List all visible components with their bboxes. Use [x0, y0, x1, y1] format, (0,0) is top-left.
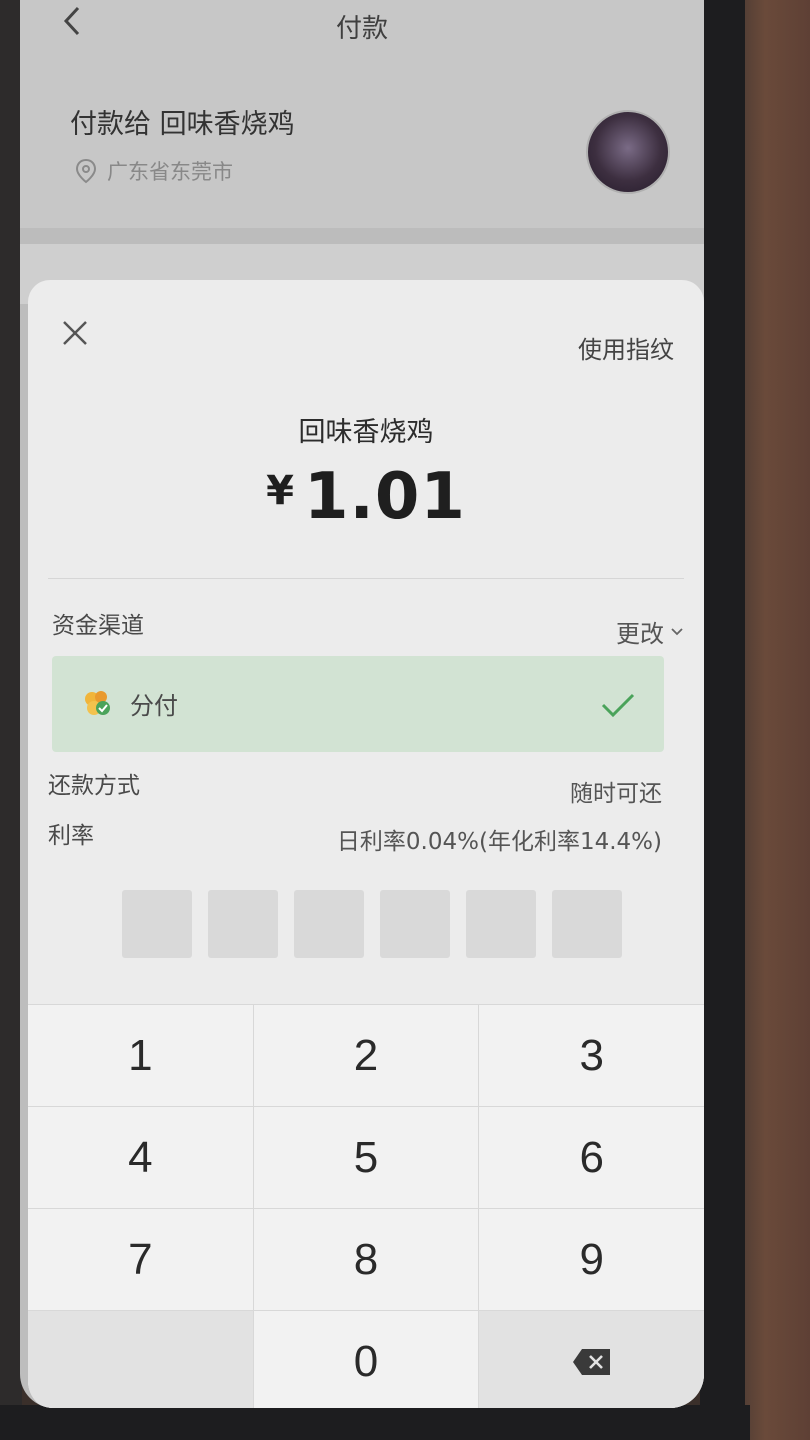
- key-9[interactable]: 9: [479, 1209, 704, 1310]
- backdrop-left: [0, 0, 22, 1440]
- key-2[interactable]: 2: [254, 1005, 480, 1106]
- page-title: 付款: [335, 14, 388, 44]
- currency-symbol: ¥: [266, 468, 294, 514]
- pin-digit-box: [294, 890, 364, 958]
- fenfu-logo-icon: [85, 691, 110, 715]
- amount-value: 1.01: [303, 460, 466, 534]
- pin-digit-box: [122, 890, 192, 958]
- change-label: 更改: [616, 620, 664, 648]
- funding-channel-label: 资金渠道: [52, 613, 144, 639]
- pin-digit-box: [208, 890, 278, 958]
- close-icon[interactable]: [60, 318, 90, 348]
- location-text: 广东省东莞市: [107, 160, 233, 184]
- pin-input[interactable]: [122, 890, 622, 958]
- key-4[interactable]: 4: [28, 1107, 254, 1208]
- backspace-key[interactable]: [479, 1311, 704, 1408]
- key-6[interactable]: 6: [479, 1107, 704, 1208]
- chevron-down-icon: [671, 627, 683, 635]
- backdrop-right: [735, 0, 810, 1440]
- location-row: 广东省东莞市: [75, 156, 233, 186]
- merchant-avatar: [586, 110, 670, 194]
- divider: [48, 578, 684, 579]
- phone-bezel: [700, 0, 745, 1440]
- key-blank: [28, 1311, 254, 1408]
- change-channel-button[interactable]: 更改: [616, 614, 684, 649]
- key-5[interactable]: 5: [254, 1107, 480, 1208]
- interest-rate-value: 日利率0.04%(年化利率14.4%): [336, 829, 662, 855]
- pin-digit-box: [380, 890, 450, 958]
- phone-bezel-bottom: [0, 1405, 750, 1440]
- phone-screen: 付款 付款给 回味香烧鸡 广东省东莞市 使用指纹 回味香烧鸡 ¥1.01 资金渠…: [20, 0, 704, 1408]
- key-3[interactable]: 3: [479, 1005, 704, 1106]
- interest-rate-label: 利率: [48, 823, 94, 849]
- pin-digit-box: [466, 890, 536, 958]
- use-fingerprint-button[interactable]: 使用指纹: [578, 330, 674, 365]
- key-0[interactable]: 0: [254, 1311, 480, 1408]
- payment-amount: ¥1.01: [28, 460, 704, 534]
- merchant-name: 回味香烧鸡: [298, 417, 434, 448]
- repayment-method-label: 还款方式: [48, 773, 140, 799]
- key-8[interactable]: 8: [254, 1209, 480, 1310]
- repayment-method-value: 随时可还: [570, 781, 662, 807]
- key-1[interactable]: 1: [28, 1005, 254, 1106]
- pin-digit-box: [552, 890, 622, 958]
- channel-name: 分付: [130, 692, 178, 720]
- section-divider: [20, 228, 704, 244]
- location-pin-icon: [75, 158, 97, 184]
- payee-label: 付款给 回味香烧鸡: [70, 109, 295, 140]
- backspace-icon: [572, 1348, 610, 1375]
- numeric-keypad: 1 2 3 4 5 6 7 8 9 0: [28, 1004, 704, 1408]
- checkmark-icon: [601, 693, 635, 718]
- key-7[interactable]: 7: [28, 1209, 254, 1310]
- payment-sheet: 使用指纹 回味香烧鸡 ¥1.01 资金渠道 更改 分付 还款方式 随时可还 利率…: [28, 280, 704, 1408]
- payment-channel-option[interactable]: 分付: [52, 656, 664, 752]
